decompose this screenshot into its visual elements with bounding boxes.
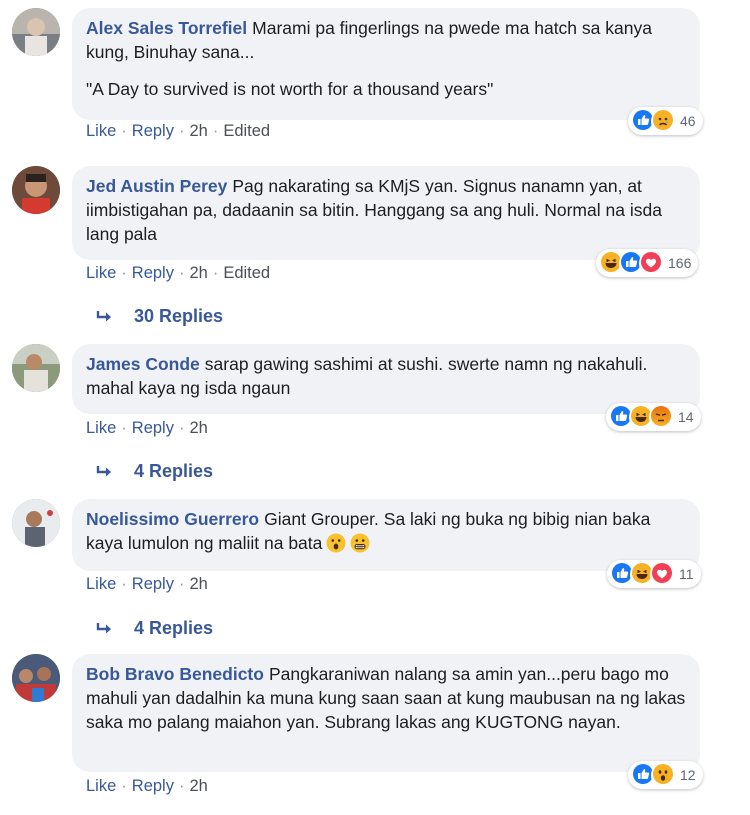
reply-arrow-icon: [96, 310, 111, 321]
comment-text: "A Day to survived is not worth for a th…: [86, 79, 494, 99]
reply-arrow-icon: [96, 465, 111, 476]
comment-author[interactable]: Jed Austin Perey: [86, 176, 227, 196]
angry-reaction-icon: [649, 403, 673, 431]
separator: ·: [212, 264, 219, 282]
replies-count[interactable]: 30 Replies: [134, 306, 223, 327]
avatar-photo-icon: [12, 654, 60, 702]
comment-bubble: Jed Austin Perey Pag nakarating sa KMjS y…: [72, 166, 700, 260]
comment-bubble: Alex Sales Torrefiel Marami pa fingerling…: [72, 8, 700, 120]
view-replies-link[interactable]: 4 Replies: [96, 461, 213, 482]
edited-label[interactable]: Edited: [223, 122, 270, 140]
sad-reaction-icon: [651, 107, 675, 135]
avatar[interactable]: [12, 166, 60, 214]
reply-link[interactable]: Reply: [132, 264, 174, 282]
separator: ·: [121, 575, 127, 593]
astonished-emoji-icon: [326, 533, 346, 559]
comment-bubble: James Conde sarap gawing sashimi at sushi…: [72, 344, 700, 414]
like-link[interactable]: Like: [86, 575, 116, 593]
comment-time[interactable]: 2h: [189, 264, 207, 282]
reaction-count: 46: [680, 113, 696, 129]
avatar-photo-icon: [12, 166, 60, 214]
like-link[interactable]: Like: [86, 122, 116, 140]
view-replies-link[interactable]: 4 Replies: [96, 618, 213, 639]
comment-time[interactable]: 2h: [189, 777, 207, 795]
comment-actions: Like · Reply · 2h · Edited: [86, 122, 270, 141]
wow-reaction-icon: [651, 761, 675, 789]
grimacing-emoji-icon: [350, 533, 370, 559]
comment-author[interactable]: Alex Sales Torrefiel: [86, 18, 247, 38]
reaction-summary[interactable]: 14: [606, 403, 701, 431]
view-replies-link[interactable]: 30 Replies: [96, 306, 223, 327]
comment-actions: Like · Reply · 2h: [86, 575, 208, 594]
reaction-count: 166: [668, 255, 692, 271]
separator: ·: [178, 419, 185, 437]
separator: ·: [121, 122, 127, 140]
reply-arrow-icon: [96, 622, 111, 633]
avatar[interactable]: [12, 499, 60, 547]
edited-label[interactable]: Edited: [223, 264, 270, 282]
separator: ·: [121, 777, 127, 795]
comment-author[interactable]: James Conde: [86, 354, 200, 374]
like-link[interactable]: Like: [86, 264, 116, 282]
comment-time[interactable]: 2h: [189, 122, 207, 140]
comment-time[interactable]: 2h: [189, 419, 207, 437]
reply-link[interactable]: Reply: [132, 419, 174, 437]
separator: ·: [178, 264, 185, 282]
love-reaction-icon: [639, 249, 663, 277]
separator: ·: [178, 777, 185, 795]
avatar[interactable]: [12, 654, 60, 702]
comment-time[interactable]: 2h: [189, 575, 207, 593]
avatar-photo-icon: [12, 344, 60, 392]
avatar[interactable]: [12, 8, 60, 56]
comment-actions: Like · Reply · 2h · Edited: [86, 264, 270, 283]
separator: ·: [212, 122, 219, 140]
love-reaction-icon: [650, 560, 674, 588]
reaction-count: 12: [680, 767, 696, 783]
comment-bubble: Noelissimo Guerrero Giant Grouper. Sa lak…: [72, 499, 700, 571]
reaction-count: 14: [678, 409, 694, 425]
reaction-summary[interactable]: 46: [628, 107, 703, 135]
comment-bubble: Bob Bravo Benedicto Pangkaraniwan nalang …: [72, 654, 700, 772]
like-link[interactable]: Like: [86, 419, 116, 437]
reaction-count: 11: [679, 566, 694, 582]
avatar-photo-icon: [12, 8, 60, 56]
reaction-summary[interactable]: 11: [607, 560, 701, 588]
replies-count[interactable]: 4 Replies: [134, 618, 213, 639]
separator: ·: [178, 122, 185, 140]
reaction-summary[interactable]: 166: [596, 249, 699, 277]
comment-actions: Like · Reply · 2h: [86, 419, 208, 438]
replies-count[interactable]: 4 Replies: [134, 461, 213, 482]
like-link[interactable]: Like: [86, 777, 116, 795]
avatar-photo-icon: [12, 499, 60, 547]
separator: ·: [121, 264, 127, 282]
separator: ·: [121, 419, 127, 437]
comment-actions: Like · Reply · 2h: [86, 777, 208, 796]
reply-link[interactable]: Reply: [132, 777, 174, 795]
comment-author[interactable]: Bob Bravo Benedicto: [86, 664, 264, 684]
reply-link[interactable]: Reply: [132, 575, 174, 593]
reply-link[interactable]: Reply: [132, 122, 174, 140]
reaction-summary[interactable]: 12: [628, 761, 703, 789]
comment-author[interactable]: Noelissimo Guerrero: [86, 509, 259, 529]
separator: ·: [178, 575, 185, 593]
avatar[interactable]: [12, 344, 60, 392]
